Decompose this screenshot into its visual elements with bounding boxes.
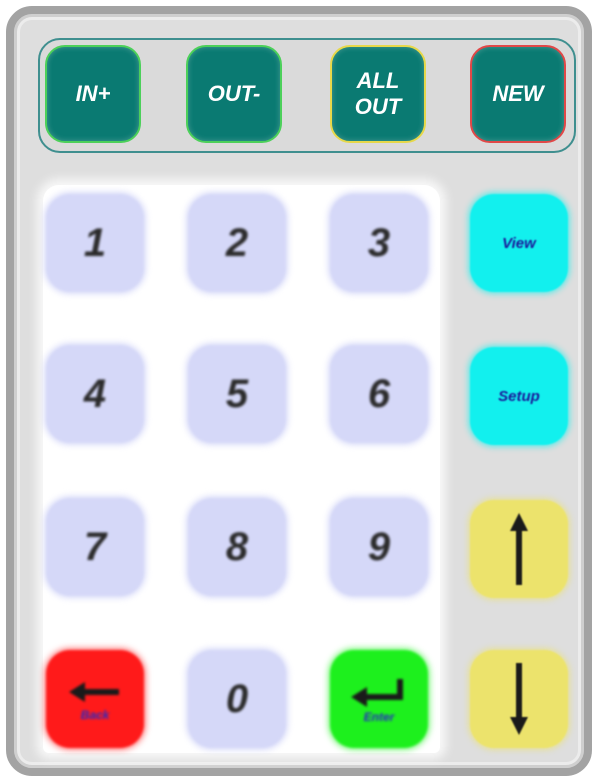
up-arrow-icon	[504, 509, 534, 589]
up-button[interactable]	[470, 500, 568, 598]
down-button[interactable]	[470, 650, 568, 748]
key-7[interactable]: 7	[46, 498, 144, 596]
key-1-label: 1	[83, 220, 107, 265]
key-0[interactable]: 0	[188, 650, 286, 748]
backspace-button[interactable]: Back	[46, 650, 144, 748]
left-arrow-icon	[65, 677, 125, 707]
key-9[interactable]: 9	[330, 498, 428, 596]
in-plus-button[interactable]: IN+	[45, 45, 141, 143]
out-minus-label: OUT-	[207, 80, 261, 106]
enter-button[interactable]: Enter	[330, 650, 428, 748]
key-2-label: 2	[225, 220, 249, 265]
key-9-label: 9	[367, 524, 391, 569]
setup-label: Setup	[498, 387, 540, 405]
setup-button[interactable]: Setup	[470, 347, 568, 445]
enter-label: Enter	[363, 710, 395, 724]
key-2[interactable]: 2	[188, 194, 286, 292]
key-3[interactable]: 3	[330, 194, 428, 292]
key-8[interactable]: 8	[188, 498, 286, 596]
down-arrow-icon	[504, 659, 534, 739]
backspace-label: Back	[80, 708, 110, 722]
view-label: View	[502, 234, 536, 252]
key-1[interactable]: 1	[46, 194, 144, 292]
key-4-label: 4	[83, 371, 107, 416]
key-3-label: 3	[367, 220, 391, 265]
key-5[interactable]: 5	[188, 345, 286, 443]
in-plus-label: IN+	[75, 80, 111, 106]
out-minus-button[interactable]: OUT-	[186, 45, 282, 143]
new-label: NEW	[492, 80, 544, 106]
key-6[interactable]: 6	[330, 345, 428, 443]
enter-arrow-icon	[347, 675, 411, 709]
view-button[interactable]: View	[470, 194, 568, 292]
key-0-label: 0	[225, 676, 249, 721]
all-out-label: ALL OUT	[354, 67, 402, 119]
key-8-label: 8	[225, 524, 249, 569]
all-out-button[interactable]: ALL OUT	[330, 45, 426, 143]
new-button[interactable]: NEW	[470, 45, 566, 143]
key-6-label: 6	[367, 371, 391, 416]
key-4[interactable]: 4	[46, 345, 144, 443]
key-5-label: 5	[225, 371, 249, 416]
key-7-label: 7	[83, 524, 107, 569]
